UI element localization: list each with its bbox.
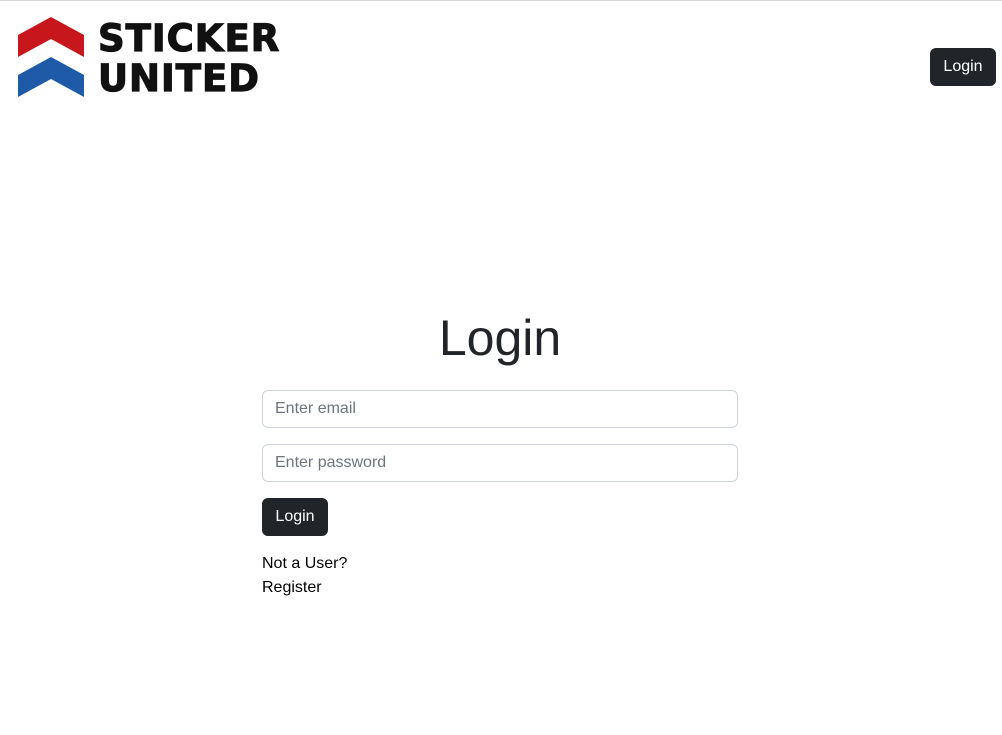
brand-name-line2: UNITED <box>97 57 261 100</box>
brand-name: STICKER UNITED <box>97 17 281 100</box>
page-title: Login <box>438 310 562 366</box>
chevron-logo-icon <box>18 17 84 97</box>
register-link[interactable]: Register <box>262 578 322 598</box>
password-field[interactable] <box>262 444 738 482</box>
login-submit-button[interactable]: Login <box>262 498 328 536</box>
nav-login-button[interactable]: Login <box>930 48 996 86</box>
brand-name-line1: STICKER <box>97 17 281 60</box>
not-a-user-text: Not a User? <box>262 555 348 572</box>
brand-logo[interactable]: STICKER UNITED <box>18 17 298 101</box>
navbar: STICKER UNITED Login <box>0 1 1002 111</box>
email-field[interactable] <box>262 390 738 428</box>
